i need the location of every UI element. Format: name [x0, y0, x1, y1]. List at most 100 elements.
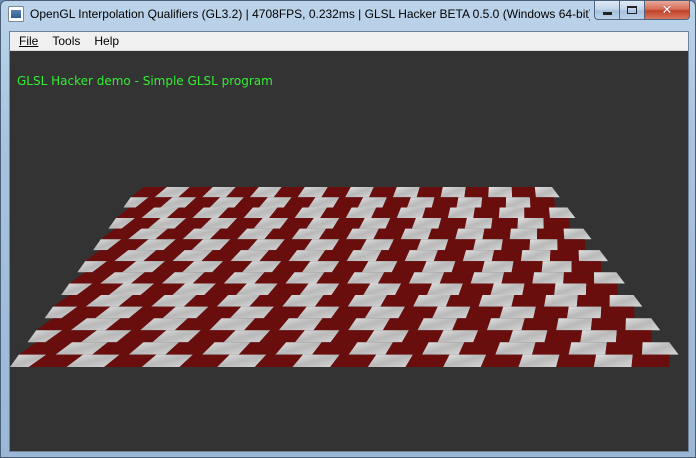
floor-tile	[369, 187, 397, 198]
floor-tile	[391, 261, 427, 273]
floor-tile	[511, 187, 536, 198]
floor-tile	[416, 239, 449, 251]
floor-tile	[385, 218, 416, 229]
floor-tile	[439, 272, 475, 284]
floor-tile	[473, 207, 500, 218]
floor-tile	[378, 272, 415, 284]
floor-tile	[522, 283, 556, 295]
floor-tile	[490, 283, 525, 295]
floor-tile	[556, 354, 597, 367]
window-title: OpenGL Interpolation Qualifiers (GL3.2) …	[30, 7, 590, 21]
minimize-button[interactable]	[594, 1, 620, 20]
opengl-viewport[interactable]: GLSL Hacker demo - Simple GLSL program	[10, 51, 688, 451]
floor-tile	[382, 197, 411, 208]
floor-tile	[431, 197, 459, 208]
floor-tile	[541, 261, 572, 273]
maximize-button[interactable]	[620, 1, 645, 20]
floor-tile	[499, 306, 536, 319]
floor-tile	[380, 295, 419, 307]
floor-tile	[392, 187, 420, 198]
floor-tile	[491, 250, 523, 262]
client-area: File Tools Help GLSL Hacker demo - Simpl…	[9, 31, 689, 452]
floor-tile	[470, 272, 505, 284]
floor-tile	[641, 342, 679, 355]
menu-file[interactable]: File	[12, 32, 45, 50]
maximize-icon	[627, 6, 637, 14]
floor-tile	[395, 283, 432, 295]
floor-tile	[413, 295, 451, 307]
floor-tile	[605, 342, 643, 355]
app-window: OpenGL Interpolation Qualifiers (GL3.2) …	[0, 0, 696, 458]
floor-tile	[455, 228, 485, 240]
floor-tile	[465, 306, 504, 319]
floor-tile	[544, 330, 583, 343]
floor-tile	[480, 354, 523, 367]
floor-tile	[396, 207, 426, 218]
floor-tile	[405, 354, 450, 367]
floor-tile	[401, 330, 444, 343]
floor-tile	[556, 318, 593, 331]
floor-tile	[521, 318, 559, 331]
floor-tile	[524, 207, 550, 218]
floor-tile	[382, 318, 424, 331]
floor-tile	[580, 330, 617, 343]
floor-tile	[458, 342, 500, 355]
floor-tile	[609, 295, 643, 307]
floor-tile	[416, 187, 443, 198]
title-bar[interactable]: OpenGL Interpolation Qualifiers (GL3.2) …	[1, 1, 695, 32]
floor-tile	[437, 330, 479, 343]
floor-tile	[443, 354, 487, 367]
floor-tile	[481, 261, 514, 273]
floor-tile	[537, 228, 565, 240]
floor-tile	[501, 272, 535, 284]
caption-buttons: ✕	[594, 1, 690, 21]
checkerboard-floor	[10, 187, 679, 367]
floor-tile	[398, 306, 438, 319]
floor-tile	[495, 342, 536, 355]
floor-tile	[529, 239, 558, 251]
floor-tile	[488, 187, 513, 198]
floor-tile	[462, 250, 495, 262]
floor-tile	[501, 239, 531, 251]
floor-tile	[486, 318, 525, 331]
menu-help[interactable]: Help	[87, 32, 126, 50]
floor-tile	[615, 330, 652, 343]
floor-tile	[400, 228, 432, 240]
minimize-icon	[602, 11, 612, 15]
menu-bar: File Tools Help	[10, 32, 688, 51]
floor-tile	[600, 306, 635, 319]
floor-tile	[511, 295, 547, 307]
app-window-icon[interactable]	[8, 6, 24, 22]
floor-tile	[534, 187, 560, 198]
floor-tile	[451, 261, 485, 273]
floor-tile	[482, 228, 511, 240]
close-button[interactable]: ✕	[645, 1, 690, 20]
floor-tile	[385, 342, 429, 355]
floor-tile	[433, 250, 466, 262]
floor-tile	[590, 318, 626, 331]
floor-tile	[491, 218, 518, 229]
floor-tile	[593, 354, 633, 367]
floor-tile	[505, 197, 531, 208]
floor-tile	[625, 318, 661, 331]
floor-tile	[543, 218, 571, 229]
floor-tile	[422, 342, 465, 355]
demo-overlay-text: GLSL Hacker demo - Simple GLSL program	[17, 74, 273, 88]
floor-tile	[408, 272, 445, 284]
floor-tile	[578, 250, 608, 262]
floor-tile	[498, 207, 525, 218]
floor-tile	[571, 261, 602, 273]
floor-tile	[568, 342, 607, 355]
floor-tile	[407, 197, 435, 208]
floor-tile	[456, 197, 483, 208]
floor-tile	[520, 250, 551, 262]
floor-tile	[427, 228, 459, 240]
floor-tile	[508, 330, 548, 343]
floor-tile	[464, 187, 489, 198]
floor-tile	[532, 272, 564, 284]
floor-tile	[440, 187, 466, 198]
floor-tile	[421, 261, 456, 273]
floor-tile	[585, 283, 618, 295]
menu-tools[interactable]: Tools	[45, 32, 87, 50]
floor-tile	[511, 261, 543, 273]
